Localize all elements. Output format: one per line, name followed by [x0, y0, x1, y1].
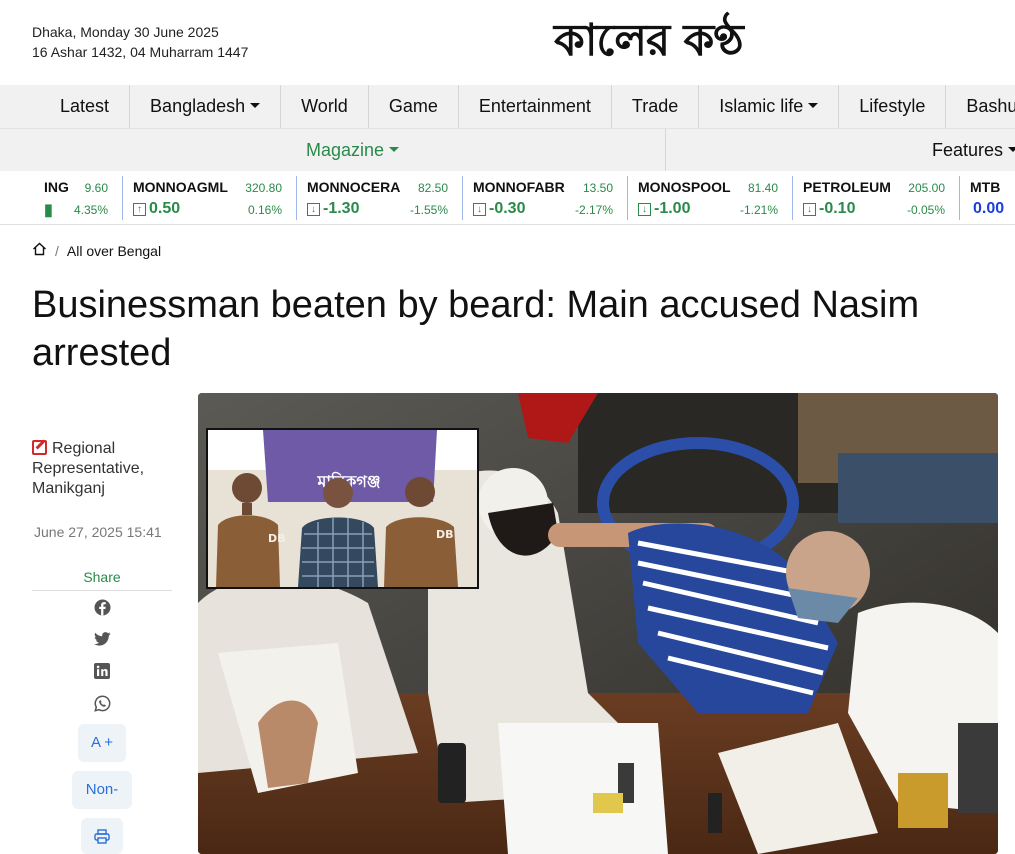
share-heading: Share: [32, 569, 172, 591]
ticker-price: 13.50: [582, 181, 613, 195]
ticker-symbol: MONNOAGML: [133, 179, 228, 195]
facebook-icon[interactable]: [92, 597, 112, 617]
arrow-down-icon: ↓: [473, 202, 486, 216]
arrow-down-icon: ↓: [803, 202, 816, 216]
nav-item-magazine[interactable]: Magazine: [306, 129, 400, 171]
ticker-symbol: MONNOFABR: [473, 179, 565, 195]
ticker-item[interactable]: MONNOFABR 13.50 ↓ -0.30 -2.17%: [463, 176, 628, 220]
ticker-change: ↓ -1.30: [307, 200, 359, 218]
print-button[interactable]: [81, 818, 123, 854]
breadcrumb-section-link[interactable]: All over Bengal: [67, 243, 161, 259]
linkedin-icon[interactable]: [92, 661, 112, 681]
whatsapp-icon[interactable]: [92, 693, 112, 713]
ticker-item[interactable]: MONOSPOOL 81.40 ↓ -1.00 -1.21%: [628, 176, 793, 220]
ticker-price: 9.60: [84, 181, 108, 195]
ticker-price: 205.00: [908, 181, 945, 195]
ticker-percent: 4.35%: [73, 203, 108, 217]
nav-divider: [665, 129, 666, 171]
edit-pen-icon: [32, 440, 47, 455]
article-inset-image: মানিকগঞ্জ DB DB: [206, 428, 479, 589]
ticker-percent: -1.21%: [739, 203, 778, 217]
date-gregorian: Dhaka, Monday 30 June 2025: [32, 24, 219, 40]
main-nav: Latest Bangladesh World Game Entertainme…: [0, 85, 1015, 171]
ticker-price: 81.40: [747, 181, 778, 195]
stock-ticker[interactable]: ING 9.60 ▮ 4.35% MONNOAGML 320.80 ↑ 0.50 …: [0, 172, 1015, 225]
ticker-symbol: MTB: [970, 179, 1001, 195]
nav-item-lifestyle[interactable]: Lifestyle: [839, 85, 947, 128]
ticker-percent: -0.05%: [906, 203, 945, 217]
nav-item-world[interactable]: World: [281, 85, 369, 128]
ticker-change: ↑ 0.50: [133, 200, 180, 218]
twitter-icon[interactable]: [92, 629, 112, 649]
ticker-change: 0.00: [973, 200, 1005, 217]
breadcrumb: / All over Bengal: [32, 242, 161, 259]
author-name[interactable]: Regional Representative, Manikganj: [32, 440, 144, 497]
ticker-symbol: MONOSPOOL: [638, 179, 731, 195]
ticker-symbol: PETROLEUM: [803, 179, 891, 195]
caret-down-icon: [1008, 146, 1015, 152]
ticker-change: ↓ -1.00: [638, 200, 690, 218]
ticker-item[interactable]: ING 9.60 ▮ 4.35%: [0, 176, 123, 220]
article-author: Regional Representative, Manikganj: [32, 439, 172, 499]
ticker-price: 82.50: [417, 181, 448, 195]
breadcrumb-separator: /: [55, 242, 59, 259]
nav-secondary-row: Magazine Features: [0, 128, 1015, 171]
svg-text:DB: DB: [436, 528, 454, 541]
ticker-item[interactable]: MONNOAGML 320.80 ↑ 0.50 0.16%: [123, 176, 297, 220]
ticker-price: 320.80: [245, 181, 282, 195]
ticker-change: ↓ -0.30: [473, 200, 525, 218]
article-timestamp: June 27, 2025 15:41: [34, 524, 162, 540]
nav-item-bangladesh[interactable]: Bangladesh: [130, 85, 282, 128]
home-icon[interactable]: [32, 242, 47, 259]
caret-down-icon: [808, 102, 819, 108]
ticker-item[interactable]: MTB 0.00: [960, 176, 1015, 220]
nav-item-features[interactable]: Features: [932, 129, 1015, 171]
caret-down-icon: [250, 102, 261, 108]
nav-item-trade[interactable]: Trade: [612, 85, 700, 128]
ticker-symbol: MONNOCERA: [307, 179, 401, 195]
article-headline: Businessman beaten by beard: Main accuse…: [32, 284, 920, 374]
ticker-percent: 0.16%: [247, 203, 282, 217]
arrow-down-icon: ↓: [638, 202, 651, 216]
nav-item-islamic-life[interactable]: Islamic life: [699, 85, 840, 128]
date-bangla-hijri: 16 Ashar 1432, 04 Muharram 1447: [32, 44, 249, 60]
ticker-item[interactable]: MONNOCERA 82.50 ↓ -1.30 -1.55%: [297, 176, 463, 220]
print-icon: [94, 828, 110, 844]
ticker-change-partial: ▮: [44, 202, 53, 219]
arrow-up-icon: ↑: [133, 202, 146, 216]
ticker-symbol: ING: [44, 179, 69, 195]
ticker-percent: -2.17%: [574, 203, 613, 217]
nav-item-entertainment[interactable]: Entertainment: [459, 85, 612, 128]
ticker-percent: -1.55%: [409, 203, 448, 217]
arrow-down-icon: ↓: [307, 202, 320, 216]
svg-text:DB: DB: [268, 532, 286, 545]
nav-primary-row: Latest Bangladesh World Game Entertainme…: [40, 85, 1015, 128]
caret-down-icon: [389, 146, 400, 152]
ticker-change: ↓ -0.10: [803, 200, 855, 218]
nav-item-game[interactable]: Game: [369, 85, 459, 128]
header-date: Dhaka, Monday 30 June 2025 16 Ashar 1432…: [32, 22, 248, 62]
nav-item-latest[interactable]: Latest: [40, 85, 131, 128]
site-logo[interactable]: কালের কণ্ঠ: [554, 14, 744, 68]
ticker-item[interactable]: PETROLEUM 205.00 ↓ -0.10 -0.05%: [793, 176, 960, 220]
font-increase-button[interactable]: A +: [78, 724, 126, 762]
non-button[interactable]: Non-: [72, 771, 132, 809]
nav-item-bashu[interactable]: Bashu: [946, 85, 1015, 128]
